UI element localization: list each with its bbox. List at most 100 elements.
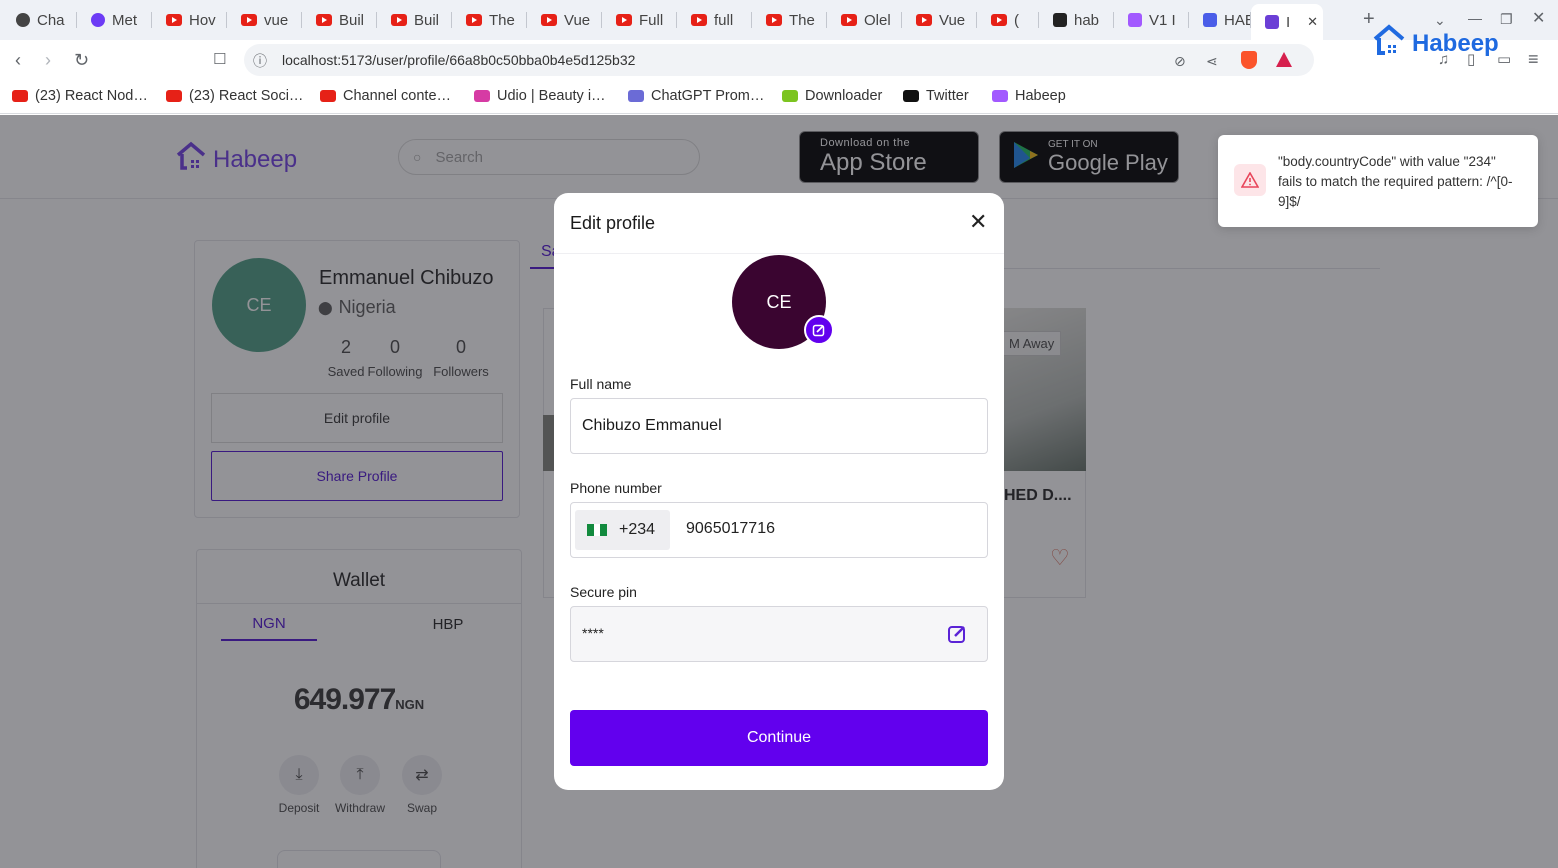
location-blocked-icon[interactable]: ⊘ [1174,51,1186,71]
tab-title: Buil [414,11,440,29]
tab-7[interactable]: Vue [527,6,602,34]
tab-3[interactable]: vue [227,6,302,34]
phone-value: 9065017716 [686,520,775,537]
corner-brand-logo: Habeep [1372,24,1499,63]
tab-14[interactable]: hab [1039,6,1114,34]
country-code-selector[interactable]: +234 [575,510,670,550]
tab-title: vue [264,11,289,29]
bookmark-1[interactable]: (23) React Soci… [166,86,303,106]
tab-title: The [789,11,815,29]
openai-icon [16,13,30,27]
close-tab-icon[interactable]: ✕ [1307,14,1318,30]
bookmark-7[interactable]: Habeep [992,86,1066,106]
tab-title: Vue [564,11,591,29]
toast-message: "body.countryCode" with value "234" fail… [1278,154,1513,209]
youtube-icon [316,14,332,26]
continue-button[interactable]: Continue [570,710,988,766]
brave-rewards-icon[interactable] [1276,52,1292,67]
full-name-value: Chibuzo Emmanuel [582,417,722,434]
error-toast: "body.countryCode" with value "234" fail… [1218,135,1538,227]
maximize-icon[interactable]: ❐ [1500,9,1513,29]
bookmark-label: Channel conte… [343,88,452,104]
tab-1[interactable]: Met [77,6,152,34]
tab-title: The [489,11,515,29]
tab-title: Hov [189,11,216,29]
phone-field[interactable]: +234 9065017716 [570,502,988,558]
tab-4[interactable]: Buil [302,6,377,34]
tab-10[interactable]: The [752,6,827,34]
bookmark-6[interactable]: Twitter [903,86,969,106]
back-icon[interactable]: ‹ [15,50,21,70]
modal-header-divider [554,253,1004,254]
tab-13[interactable]: ( [977,6,1039,34]
tab-8[interactable]: Full [602,6,677,34]
tab-9[interactable]: full [677,6,752,34]
bookmark-favicon-icon [992,90,1008,102]
tab-17[interactable]: I ✕ [1251,4,1323,40]
youtube-icon [691,14,707,26]
share-icon[interactable]: ⋖ [1206,51,1218,71]
avatar-edit-icon[interactable] [804,315,834,345]
tab-15[interactable]: V1 I [1114,6,1189,34]
bookmark-3[interactable]: Udio | Beauty i… [474,86,606,106]
youtube-icon [466,14,482,26]
youtube-icon [616,14,632,26]
youtube-icon [241,14,257,26]
warning-icon [1234,164,1266,196]
youtube-icon [916,14,932,26]
menu-icon[interactable]: ≡ [1528,49,1539,69]
bookmark-2[interactable]: Channel conte… [320,86,451,106]
reload-icon[interactable]: ↻ [74,50,89,70]
wallet-icon[interactable]: ▭ [1497,50,1511,70]
house-icon [1372,24,1406,63]
tab-title: Vue [939,11,966,29]
full-name-label: Full name [570,376,632,392]
close-window-icon[interactable]: ✕ [1532,9,1545,29]
tab-2[interactable]: Hov [152,6,227,34]
brave-shields-icon[interactable] [1241,51,1257,69]
forward-icon[interactable]: › [45,50,51,70]
tab-11[interactable]: Olel [827,6,902,34]
pin-edit-icon[interactable] [947,623,969,650]
bookmark-favicon-icon [12,90,28,102]
tab-title: I [1286,13,1291,31]
tab-6[interactable]: The [452,6,527,34]
pin-field[interactable]: **** [570,606,988,662]
bookmark-label: Twitter [926,88,969,104]
modal-close-icon[interactable]: ✕ [969,209,987,235]
youtube-icon [541,14,557,26]
tab-5[interactable]: Buil [377,6,452,34]
tab-0[interactable]: Cha [2,6,77,34]
pin-value: **** [582,625,604,641]
address-url: localhost:5173/user/profile/66a8b0c50bba… [282,52,636,68]
figma-icon [1128,13,1142,27]
youtube-icon [991,14,1007,26]
habeep-icon [1265,15,1279,29]
youtube-icon [391,14,407,26]
full-name-field[interactable]: Chibuzo Emmanuel [570,398,988,454]
bookmark-label: Udio | Beauty i… [497,88,606,104]
modal-title: Edit profile [570,213,656,233]
tab-title: Olel [864,11,891,29]
tab-title: Full [639,11,664,29]
tab-title: Cha [37,11,65,29]
tab-16[interactable]: HAE [1189,6,1251,34]
tab-title: HAE [1224,11,1251,29]
tab-12[interactable]: Vue [902,6,977,34]
bookmark-favicon-icon [320,90,336,102]
tab-title: full [714,11,734,29]
bookmark-label: (23) React Nod… [35,88,148,104]
tab-title: V1 I [1149,11,1176,29]
bookmark-4[interactable]: ChatGPT Prom… [628,86,764,106]
docs-icon [1203,13,1217,27]
bookmark-favicon-icon [628,90,644,102]
tab-title: Met [112,11,138,29]
bookmark-5[interactable]: Downloader [782,86,882,106]
youtube-icon [766,14,782,26]
bookmark-label: (23) React Soci… [189,88,304,104]
site-info-icon[interactable]: ⓘ [253,51,267,71]
bookmark-0[interactable]: (23) React Nod… [12,86,148,106]
bookmark-icon[interactable]: ☐ [213,50,226,70]
meta-icon [91,13,105,27]
tab-title: ( [1014,11,1019,29]
